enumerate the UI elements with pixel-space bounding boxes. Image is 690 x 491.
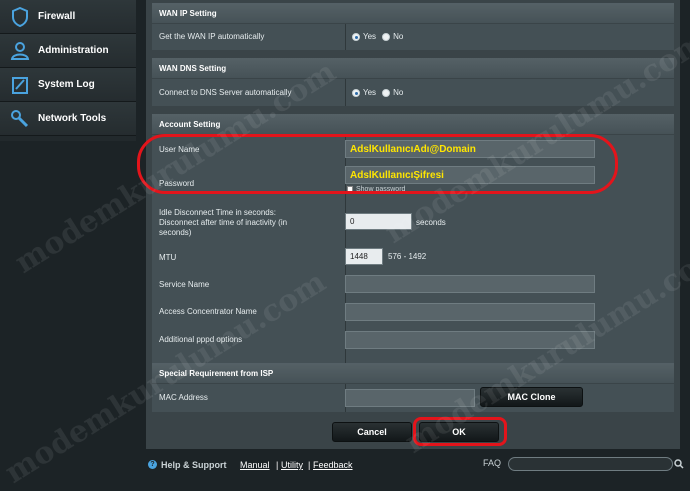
user-name-value: AdslKullanıcıAdı@Domain: [350, 143, 476, 155]
mtu-input[interactable]: 1448: [345, 248, 383, 265]
pppd-options-input[interactable]: [345, 331, 595, 349]
section-header-isp: Special Requirement from ISP: [152, 363, 674, 383]
radio-label-yes: Yes: [363, 88, 377, 97]
pppd-options-label: Additional pppd options: [159, 335, 243, 344]
footer-separator: |: [308, 460, 311, 470]
ok-button[interactable]: OK: [419, 422, 499, 442]
section-header-wan-dns: WAN DNS Setting: [152, 58, 674, 78]
account-settings-rows: User Name AdslKullanıcıAdı@Domain Passwo…: [152, 135, 674, 363]
idle-disconnect-input[interactable]: 0: [345, 213, 412, 230]
password-label: Password: [159, 179, 195, 188]
shield-icon: [9, 6, 31, 28]
wan-ip-auto-label: Get the WAN IP automatically: [159, 32, 265, 41]
ac-name-label: Access Concentrator Name: [159, 307, 257, 316]
mac-address-label: MAC Address: [159, 393, 208, 402]
wan-ip-auto-no-radio[interactable]: [382, 32, 391, 41]
mtu-value: 1448: [350, 252, 368, 261]
manual-link[interactable]: Manual: [240, 460, 270, 470]
cancel-button[interactable]: Cancel: [332, 422, 412, 442]
row-mac-address: MAC Address: [152, 384, 674, 412]
wan-ip-auto-yes-radio[interactable]: [352, 32, 360, 41]
wan-ip-auto-radio-group: Yes No: [352, 32, 403, 41]
show-password-option: Show password: [347, 185, 405, 193]
radio-label-no: No: [393, 32, 404, 41]
footer-separator: |: [276, 460, 279, 470]
password-value: AdslKullanıcıŞifresi: [350, 169, 444, 181]
utility-link[interactable]: Utility: [281, 460, 303, 470]
faq-search-input[interactable]: [508, 457, 673, 471]
radio-label-no: No: [393, 88, 404, 97]
wan-dns-auto-label: Connect to DNS Server automatically: [159, 88, 292, 97]
wan-dns-auto-radio-group: Yes No: [352, 88, 403, 97]
sidebar-item-label: System Log: [38, 79, 95, 90]
wan-dns-auto-no-radio[interactable]: [382, 88, 391, 97]
user-name-label: User Name: [159, 145, 200, 154]
sidebar-item-administration[interactable]: Administration: [0, 34, 136, 68]
tools-icon: [9, 108, 31, 130]
service-name-input[interactable]: [345, 275, 595, 293]
service-name-label: Service Name: [159, 280, 210, 289]
radio-label-yes: Yes: [363, 32, 377, 41]
sidebar-item-label: Firewall: [38, 11, 76, 22]
divider: [345, 79, 346, 106]
sidebar: Firewall Administration System Log Netwo…: [0, 0, 136, 141]
show-password-checkbox[interactable]: [347, 186, 353, 192]
mtu-label: MTU: [159, 253, 177, 262]
sidebar-item-label: Network Tools: [38, 113, 107, 124]
footer: ? Help & Support Manual | Utility | Feed…: [146, 451, 690, 475]
password-input[interactable]: AdslKullanıcıŞifresi: [345, 166, 595, 184]
search-icon[interactable]: [673, 457, 685, 471]
divider: [345, 24, 346, 50]
wan-settings-panel: WAN IP Setting Get the WAN IP automatica…: [146, 0, 680, 449]
user-name-input[interactable]: AdslKullanıcıAdı@Domain: [345, 140, 595, 158]
user-admin-icon: [9, 40, 31, 62]
sidebar-item-system-log[interactable]: System Log: [0, 68, 136, 102]
ac-name-input[interactable]: [345, 303, 595, 321]
mac-address-input[interactable]: [345, 389, 475, 407]
sidebar-item-label: Administration: [38, 45, 109, 56]
sidebar-item-network-tools[interactable]: Network Tools: [0, 102, 136, 136]
row-wan-ip-auto: Get the WAN IP automatically Yes No: [152, 24, 674, 50]
log-icon: [9, 74, 31, 96]
help-icon: ?: [148, 460, 157, 469]
mtu-range-label: 576 - 1492: [388, 252, 427, 261]
faq-label: FAQ: [483, 458, 502, 468]
section-header-wan-ip: WAN IP Setting: [152, 3, 674, 23]
idle-unit-label: seconds: [416, 218, 446, 227]
wan-dns-auto-yes-radio[interactable]: [352, 88, 360, 97]
feedback-link[interactable]: Feedback: [313, 460, 353, 470]
sidebar-item-firewall[interactable]: Firewall: [0, 0, 136, 34]
mac-clone-button[interactable]: MAC Clone: [480, 387, 583, 407]
help-support-label: Help & Support: [161, 460, 227, 470]
idle-disconnect-label: Idle Disconnect Time in seconds: Disconn…: [159, 208, 288, 237]
section-header-account: Account Setting: [152, 114, 674, 134]
idle-disconnect-value: 0: [350, 217, 355, 226]
show-password-label: Show password: [356, 185, 406, 193]
row-wan-dns-auto: Connect to DNS Server automatically Yes …: [152, 79, 674, 106]
